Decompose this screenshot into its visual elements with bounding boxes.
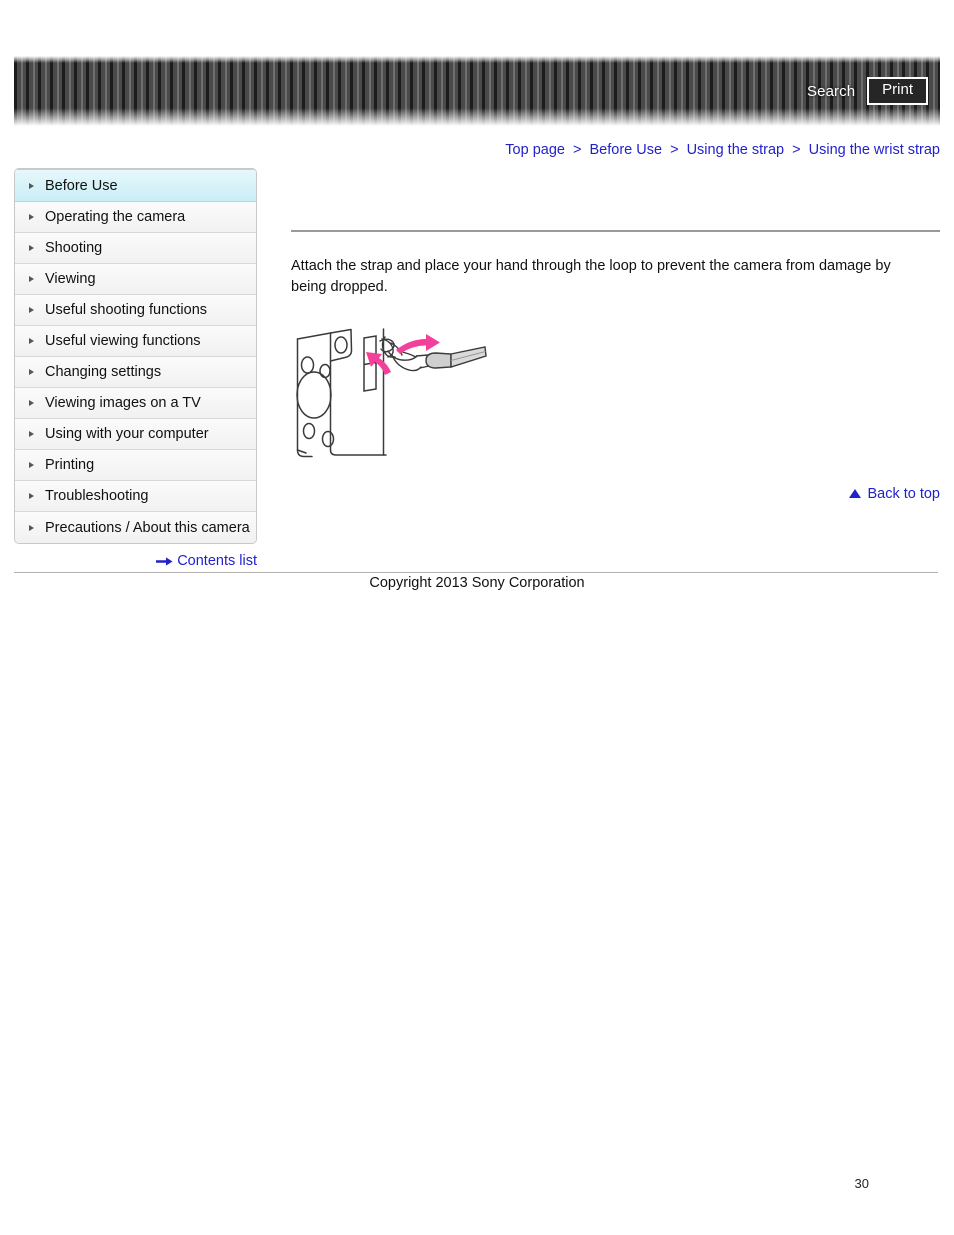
breadcrumb-separator: >: [670, 142, 679, 158]
chevron-right-icon: [29, 338, 34, 344]
sidebar-item-label: Using with your computer: [45, 426, 209, 442]
contents-list-label: Contents list: [177, 553, 257, 569]
sidebar-item-label: Viewing images on a TV: [45, 395, 201, 411]
chevron-right-icon: [29, 307, 34, 313]
sidebar-item-label: Precautions / About this camera: [45, 519, 250, 536]
breadcrumb-item-top-page[interactable]: Top page: [505, 142, 565, 158]
breadcrumb-item-using-the-strap[interactable]: Using the strap: [687, 142, 785, 158]
chevron-right-icon: [29, 493, 34, 499]
breadcrumb-separator: >: [573, 142, 582, 158]
breadcrumb-item-using-the-wrist-strap[interactable]: Using the wrist strap: [809, 142, 940, 158]
chevron-right-icon: [29, 245, 34, 251]
sidebar-item-viewing[interactable]: Viewing: [15, 264, 256, 295]
sidebar-item-label: Viewing: [45, 271, 96, 287]
sidebar-item-label: Printing: [45, 457, 95, 473]
sidebar-item-changing-settings[interactable]: Changing settings: [15, 357, 256, 388]
sidebar-item-shooting[interactable]: Shooting: [15, 233, 256, 264]
sidebar-item-label: Useful viewing functions: [45, 333, 201, 349]
header-actions: Search Print: [807, 56, 928, 126]
footer-divider: [14, 572, 938, 573]
sidebar-item-label: Shooting: [45, 240, 103, 256]
chevron-right-icon: [29, 214, 34, 220]
sidebar-item-label: Changing settings: [45, 364, 162, 380]
right-arrow-icon: [156, 556, 173, 566]
chevron-right-icon: [29, 431, 34, 437]
sidebar-item-printing[interactable]: Printing: [15, 450, 256, 481]
main-content: Attach the strap and place your hand thr…: [291, 168, 940, 467]
page-number: 30: [854, 1176, 869, 1191]
sidebar-item-label: Operating the camera: [45, 209, 186, 225]
sidebar-item-useful-shooting-functions[interactable]: Useful shooting functions: [15, 295, 256, 326]
triangle-up-icon: [849, 489, 862, 498]
contents-list-link[interactable]: Contents list: [14, 553, 257, 569]
sidebar-item-before-use[interactable]: Before Use: [15, 169, 256, 202]
copyright-text: Copyright 2013 Sony Corporation: [369, 575, 585, 591]
sidebar-navigation: Before Use Operating the camera Shooting…: [14, 168, 257, 544]
sidebar-item-troubleshooting[interactable]: Troubleshooting: [15, 481, 256, 512]
sidebar-item-useful-viewing-functions[interactable]: Useful viewing functions: [15, 326, 256, 357]
print-button[interactable]: Print: [867, 77, 928, 105]
sidebar-item-viewing-images-on-a-tv[interactable]: Viewing images on a TV: [15, 388, 256, 419]
banner-stripe-pattern: [14, 56, 940, 126]
chevron-right-icon: [29, 400, 34, 406]
chevron-right-icon: [29, 462, 34, 468]
breadcrumb: Top page > Before Use > Using the strap …: [505, 142, 940, 158]
chevron-right-icon: [29, 276, 34, 282]
search-button[interactable]: Search: [807, 83, 855, 100]
sidebar-item-precautions-about-this-camera[interactable]: Precautions / About this camera: [15, 512, 256, 543]
chevron-right-icon: [29, 524, 34, 531]
sidebar-item-operating-the-camera[interactable]: Operating the camera: [15, 202, 256, 233]
back-to-top-link[interactable]: Back to top: [848, 486, 940, 502]
sidebar-item-label: Useful shooting functions: [45, 302, 208, 318]
sidebar-item-label: Troubleshooting: [45, 488, 149, 504]
back-to-top-label: Back to top: [867, 486, 940, 502]
breadcrumb-separator: >: [792, 142, 801, 158]
instruction-text: Attach the strap and place your hand thr…: [291, 258, 891, 295]
wrist-strap-attachment-diagram: [296, 327, 487, 457]
sidebar-item-label: Before Use: [45, 177, 118, 194]
header-banner: Search Print: [14, 56, 940, 126]
content-divider: [291, 230, 940, 232]
chevron-right-icon: [29, 182, 34, 189]
sidebar-item-using-with-your-computer[interactable]: Using with your computer: [15, 419, 256, 450]
breadcrumb-item-before-use[interactable]: Before Use: [590, 142, 663, 158]
chevron-right-icon: [29, 369, 34, 375]
